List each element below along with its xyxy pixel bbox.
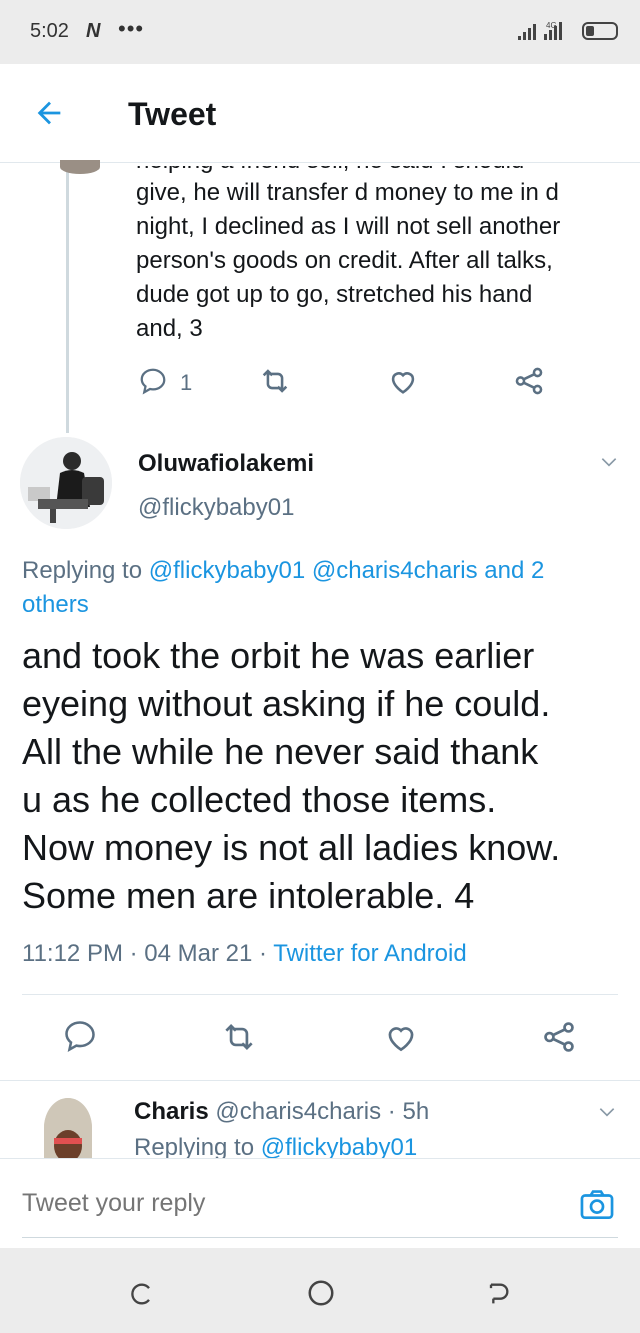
reply-icon[interactable] xyxy=(62,1018,98,1054)
replying-to: Replying to @flickybaby01 @charis4charis… xyxy=(22,557,545,618)
chevron-down-icon[interactable] xyxy=(594,1102,620,1122)
mention-others-link[interactable]: and 2 xyxy=(478,557,544,584)
author-handle[interactable]: @charis4charis xyxy=(215,1098,381,1125)
like-icon[interactable] xyxy=(382,1018,420,1056)
back-nav-icon[interactable] xyxy=(484,1280,512,1308)
chevron-down-icon[interactable] xyxy=(596,452,622,472)
replying-to: Replying to @flickybaby01 xyxy=(134,1134,417,1158)
notification-icon: N xyxy=(86,20,101,42)
reply-author-line: Charis @charis4charis · 5h xyxy=(134,1098,430,1125)
more-notifications-icon: ••• xyxy=(118,16,145,41)
avatar-partial xyxy=(60,160,100,174)
signal-icon: 4G xyxy=(518,21,562,40)
mention-others-link[interactable]: others xyxy=(22,591,89,618)
tweet-time: 11:12 PM xyxy=(22,940,123,967)
svg-text:4G: 4G xyxy=(546,21,557,30)
page-title: Tweet xyxy=(128,96,217,132)
thread-connector-line xyxy=(66,163,69,433)
previous-tweet-text: helping a friend sell, he said I should … xyxy=(136,166,561,342)
battery-icon xyxy=(582,22,618,40)
tweet-date: 04 Mar 21 xyxy=(144,940,253,967)
camera-icon[interactable] xyxy=(578,1186,616,1224)
home-icon[interactable] xyxy=(306,1278,336,1308)
avatar[interactable] xyxy=(44,1098,92,1158)
divider xyxy=(0,1080,640,1081)
tweet-time: 5h xyxy=(402,1098,430,1125)
reply-count: 1 xyxy=(180,370,193,395)
author-name[interactable]: Charis xyxy=(134,1098,209,1125)
reply-input[interactable] xyxy=(22,1189,522,1218)
status-time: 5:02 xyxy=(30,20,69,42)
top-app-bar xyxy=(0,64,640,163)
tweet-text: and took the orbit he was earlier eyeing… xyxy=(22,635,561,916)
author-handle[interactable]: @flickybaby01 xyxy=(138,494,294,522)
mention-link[interactable]: @flickybaby01 xyxy=(149,557,305,584)
mention-link[interactable]: @flickybaby01 xyxy=(261,1134,417,1158)
input-underline xyxy=(22,1237,618,1238)
recent-apps-icon[interactable] xyxy=(128,1280,156,1308)
avatar[interactable] xyxy=(20,437,112,529)
arrow-left-icon[interactable] xyxy=(32,96,66,130)
like-icon[interactable] xyxy=(386,364,420,398)
share-icon[interactable] xyxy=(540,1018,578,1056)
retweet-icon[interactable] xyxy=(258,364,292,398)
divider xyxy=(22,994,618,995)
retweet-icon[interactable] xyxy=(220,1018,258,1056)
tweet-source-link[interactable]: Twitter for Android xyxy=(273,940,466,967)
mention-link[interactable]: @charis4charis xyxy=(312,557,478,584)
share-icon[interactable] xyxy=(512,364,546,398)
reply-icon[interactable] xyxy=(138,366,168,396)
author-name[interactable]: Oluwafiolakemi xyxy=(138,450,314,478)
tweet-metadata: 11:12 PM · 04 Mar 21 · Twitter for Andro… xyxy=(22,940,467,967)
